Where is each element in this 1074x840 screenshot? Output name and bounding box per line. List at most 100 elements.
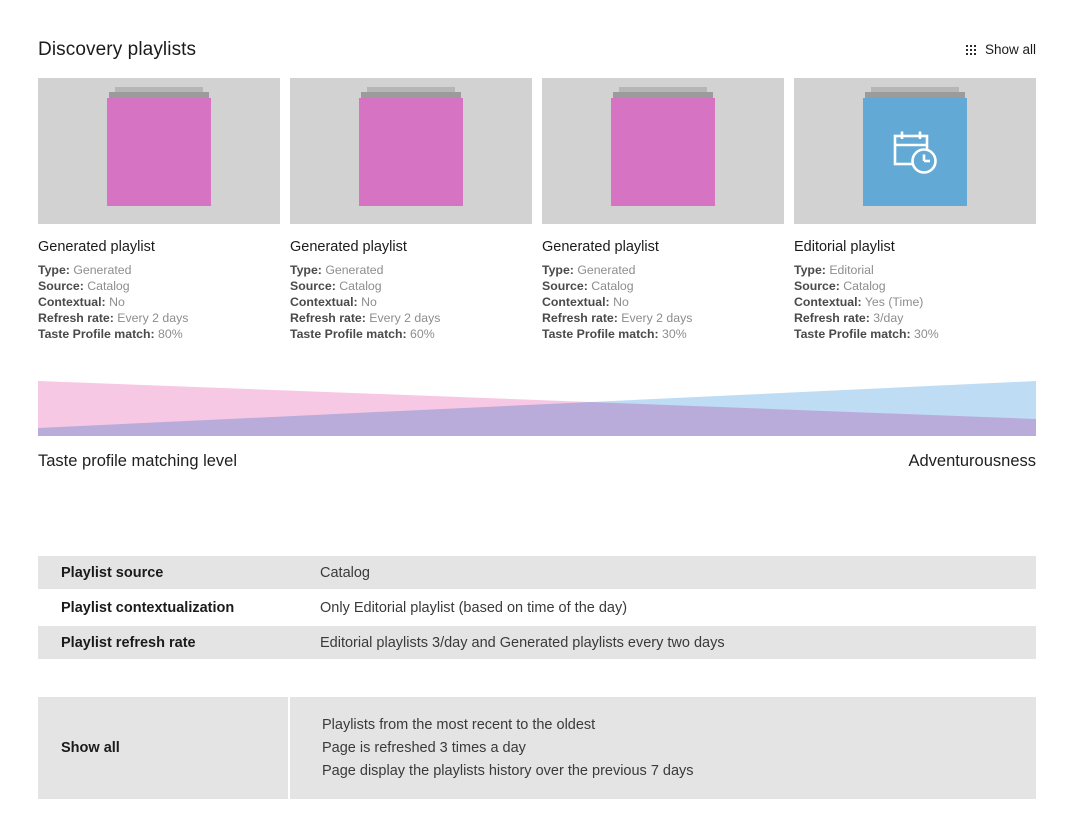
- playlist-card-meta: Type: Generated Source: Catalog Contextu…: [38, 262, 280, 342]
- meta-row-source: Source: Catalog: [794, 278, 1036, 294]
- meta-row-type: Type: Generated: [38, 262, 280, 278]
- meta-value: 60%: [410, 327, 435, 341]
- meta-row-taste-profile-match: Taste Profile match: 30%: [542, 326, 784, 342]
- meta-row-contextual: Contextual: No: [542, 294, 784, 310]
- spec-row-label: Playlist source: [38, 556, 288, 589]
- meta-row-refresh-rate: Refresh rate: 3/day: [794, 310, 1036, 326]
- meta-row-source: Source: Catalog: [290, 278, 532, 294]
- meta-row-refresh-rate: Refresh rate: Every 2 days: [38, 310, 280, 326]
- spec-row-value: Editorial playlists 3/day and Generated …: [288, 626, 1036, 659]
- meta-value: 3/day: [873, 311, 904, 325]
- meta-value: Generated: [577, 263, 636, 277]
- spec-row-label: Playlist contextualization: [38, 591, 288, 624]
- calendar-clock-icon: [893, 131, 937, 174]
- show-all-line: Playlists from the most recent to the ol…: [322, 716, 596, 733]
- meta-key: Type:: [794, 263, 826, 277]
- meta-row-type: Type: Editorial: [794, 262, 1036, 278]
- show-all-button[interactable]: Show all: [965, 42, 1036, 58]
- meta-row-contextual: Contextual: No: [290, 294, 532, 310]
- spec-row-value: Catalog: [288, 556, 1036, 589]
- playlist-card[interactable]: Generated playlist Type: Generated Sourc…: [542, 78, 784, 342]
- playlist-card[interactable]: Generated playlist Type: Generated Sourc…: [38, 78, 280, 342]
- meta-row-taste-profile-match: Taste Profile match: 80%: [38, 326, 280, 342]
- meta-key: Refresh rate:: [290, 311, 366, 325]
- meta-value: Catalog: [339, 279, 382, 293]
- playlist-card[interactable]: Generated playlist Type: Generated Sourc…: [290, 78, 532, 342]
- meta-row-refresh-rate: Refresh rate: Every 2 days: [542, 310, 784, 326]
- meta-key: Contextual:: [38, 295, 106, 309]
- meta-value: 30%: [914, 327, 939, 341]
- meta-key: Type:: [38, 263, 70, 277]
- meta-value: 80%: [158, 327, 183, 341]
- meta-value: Catalog: [843, 279, 886, 293]
- spec-row-label: Playlist refresh rate: [38, 626, 288, 659]
- meta-key: Taste Profile match:: [290, 327, 407, 341]
- playlist-artwork: [107, 98, 211, 206]
- meta-value: Catalog: [591, 279, 634, 293]
- meta-row-type: Type: Generated: [542, 262, 784, 278]
- band-label-left: Taste profile matching level: [38, 452, 238, 470]
- meta-row-contextual: Contextual: Yes (Time): [794, 294, 1036, 310]
- playlist-card[interactable]: Editorial playlist Type: Editorial Sourc…: [794, 78, 1036, 342]
- playlist-card-title: Editorial playlist: [794, 239, 895, 255]
- meta-key: Taste Profile match:: [542, 327, 659, 341]
- meta-row-source: Source: Catalog: [38, 278, 280, 294]
- taste-adventurousness-band: [38, 381, 1036, 436]
- meta-key: Contextual:: [794, 295, 862, 309]
- meta-key: Source:: [290, 279, 336, 293]
- playlist-artwork: [611, 98, 715, 206]
- meta-key: Refresh rate:: [794, 311, 870, 325]
- meta-row-taste-profile-match: Taste Profile match: 30%: [794, 326, 1036, 342]
- show-all-line: Page is refreshed 3 times a day: [322, 739, 526, 756]
- playlist-thumbnail[interactable]: [290, 78, 532, 224]
- playlist-card-title: Generated playlist: [290, 239, 407, 255]
- meta-value: Every 2 days: [117, 311, 189, 325]
- meta-row-contextual: Contextual: No: [38, 294, 280, 310]
- page-title: Discovery playlists: [38, 39, 197, 60]
- playlist-card-meta: Type: Editorial Source: Catalog Contextu…: [794, 262, 1036, 342]
- playlist-artwork: [359, 98, 463, 206]
- playlist-card-title: Generated playlist: [542, 239, 659, 255]
- show-all-line: Page display the playlists history over …: [322, 762, 694, 779]
- meta-row-type: Type: Generated: [290, 262, 532, 278]
- playlist-thumbnail[interactable]: [794, 78, 1036, 224]
- table-row: Playlist contextualization Only Editoria…: [38, 591, 1036, 624]
- meta-value: 30%: [662, 327, 687, 341]
- meta-value: Generated: [73, 263, 132, 277]
- meta-key: Source:: [794, 279, 840, 293]
- meta-key: Type:: [542, 263, 574, 277]
- spec-row-value: Only Editorial playlist (based on time o…: [288, 591, 1036, 624]
- show-all-section-label: Show all: [38, 697, 288, 799]
- meta-value: No: [109, 295, 125, 309]
- meta-row-refresh-rate: Refresh rate: Every 2 days: [290, 310, 532, 326]
- playlist-card-grid: Generated playlist Type: Generated Sourc…: [38, 78, 1036, 342]
- meta-key: Taste Profile match:: [794, 327, 911, 341]
- meta-key: Refresh rate:: [542, 311, 618, 325]
- meta-key: Source:: [542, 279, 588, 293]
- band-graphic: [38, 381, 1036, 436]
- show-all-section: Show all Playlists from the most recent …: [38, 697, 1036, 799]
- band-label-right: Adventurousness: [908, 452, 1037, 470]
- playlist-thumbnail[interactable]: [542, 78, 784, 224]
- playlist-card-meta: Type: Generated Source: Catalog Contextu…: [542, 262, 784, 342]
- meta-key: Taste Profile match:: [38, 327, 155, 341]
- playlist-artwork: [863, 98, 967, 206]
- meta-key: Refresh rate:: [38, 311, 114, 325]
- show-all-section-value: Playlists from the most recent to the ol…: [290, 697, 1036, 799]
- table-row: Playlist source Catalog: [38, 556, 1036, 589]
- meta-value: Every 2 days: [621, 311, 693, 325]
- meta-key: Type:: [290, 263, 322, 277]
- table-row: Playlist refresh rate Editorial playlist…: [38, 626, 1036, 659]
- spec-table: Playlist source Catalog Playlist context…: [38, 556, 1036, 661]
- meta-value: Editorial: [829, 263, 874, 277]
- meta-value: Generated: [325, 263, 384, 277]
- meta-value: Every 2 days: [369, 311, 441, 325]
- playlist-card-meta: Type: Generated Source: Catalog Contextu…: [290, 262, 532, 342]
- meta-value: No: [613, 295, 629, 309]
- page-header: Discovery playlists Show all: [38, 34, 1036, 66]
- grid-dots-icon: [965, 45, 976, 55]
- playlist-thumbnail[interactable]: [38, 78, 280, 224]
- meta-row-source: Source: Catalog: [542, 278, 784, 294]
- meta-row-taste-profile-match: Taste Profile match: 60%: [290, 326, 532, 342]
- meta-key: Contextual:: [542, 295, 610, 309]
